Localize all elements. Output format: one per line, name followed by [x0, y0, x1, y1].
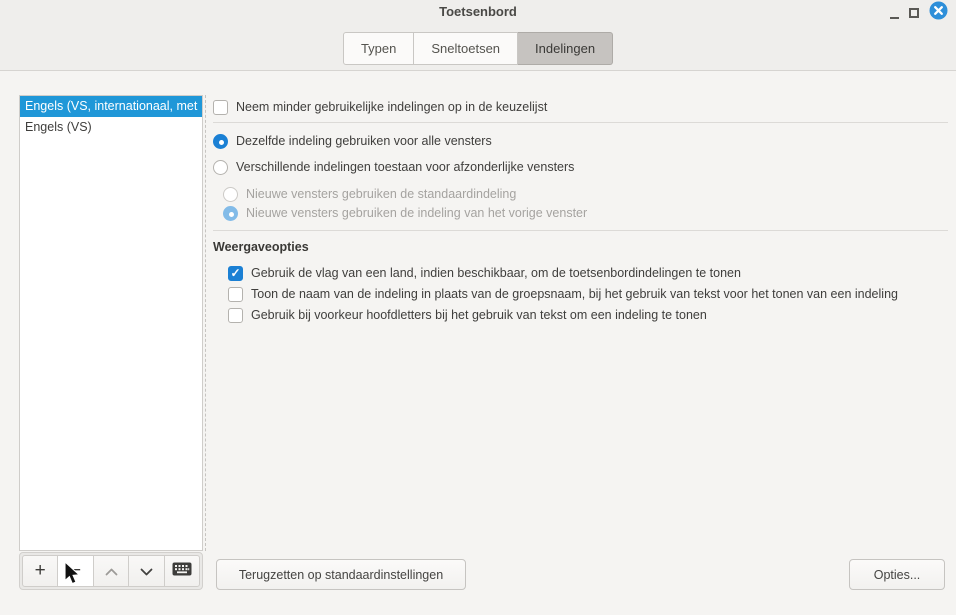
layout-list: Engels (VS, internationaal, met Engels (… — [19, 95, 203, 551]
remove-layout-button[interactable]: − — [57, 555, 93, 587]
checkbox[interactable] — [228, 266, 243, 281]
option-label: Verschillende indelingen toestaan voor a… — [236, 160, 574, 174]
option-less-common[interactable]: Neem minder gebruikelijke indelingen op … — [213, 98, 547, 116]
options-button[interactable]: Opties... — [849, 559, 945, 590]
separator — [213, 122, 948, 123]
show-keyboard-layout-button[interactable] — [164, 555, 200, 587]
minus-icon: − — [70, 560, 81, 582]
option-show-layout-name[interactable]: Toon de naam van de indeling in plaats v… — [228, 285, 898, 303]
checkbox[interactable] — [213, 100, 228, 115]
keyboard-settings-window: Toetsenbord Typen Sneltoetsen Indelingen — [0, 0, 956, 615]
layout-list-toolbar: + − — [19, 552, 203, 590]
separator — [213, 230, 948, 231]
radio-button[interactable] — [213, 134, 228, 149]
layout-list-item[interactable]: Engels (VS) — [20, 117, 202, 138]
window-controls — [890, 0, 948, 26]
chevron-up-icon — [105, 560, 118, 582]
option-label: Gebruik de vlag van een land, indien bes… — [251, 266, 741, 280]
close-button[interactable] — [929, 4, 948, 23]
checkbox[interactable] — [228, 287, 243, 302]
tab-indelingen[interactable]: Indelingen — [518, 32, 613, 65]
window-title: Toetsenbord — [0, 4, 956, 19]
option-label: Neem minder gebruikelijke indelingen op … — [236, 100, 547, 114]
option-use-flag[interactable]: Gebruik de vlag van een land, indien bes… — [228, 264, 741, 282]
tab-label: Sneltoetsen — [431, 41, 500, 56]
tab-bar: Typen Sneltoetsen Indelingen — [0, 32, 956, 65]
option-separate-layouts[interactable]: Verschillende indelingen toestaan voor a… — [213, 158, 574, 176]
button-label: Terugzetten op standaardinstellingen — [239, 568, 443, 582]
option-label: Toon de naam van de indeling in plaats v… — [251, 287, 898, 301]
add-layout-button[interactable]: + — [22, 555, 58, 587]
minimize-button[interactable] — [890, 0, 899, 26]
pane-splitter[interactable] — [205, 95, 206, 551]
option-new-windows-previous: Nieuwe vensters gebruiken de indeling va… — [223, 204, 587, 222]
option-label: Dezelfde indeling gebruiken voor alle ve… — [236, 134, 492, 148]
option-label: Nieuwe vensters gebruiken de indeling va… — [246, 206, 587, 220]
tab-typen[interactable]: Typen — [343, 32, 414, 65]
radio-button — [223, 206, 238, 221]
option-new-windows-default: Nieuwe vensters gebruiken de standaardin… — [223, 185, 516, 203]
tab-label: Indelingen — [535, 41, 595, 56]
display-options-header: Weergaveopties — [213, 240, 309, 254]
chevron-down-icon — [140, 560, 153, 582]
option-uppercase[interactable]: Gebruik bij voorkeur hoofdletters bij he… — [228, 306, 707, 324]
option-same-layout[interactable]: Dezelfde indeling gebruiken voor alle ve… — [213, 132, 492, 150]
layout-list-item[interactable]: Engels (VS, internationaal, met — [20, 96, 202, 117]
maximize-button[interactable] — [909, 8, 919, 18]
window-header: Toetsenbord Typen Sneltoetsen Indelingen — [0, 0, 956, 71]
move-up-button[interactable] — [93, 555, 129, 587]
button-label: Opties... — [874, 568, 921, 582]
tab-sneltoetsen[interactable]: Sneltoetsen — [414, 32, 518, 65]
move-down-button[interactable] — [128, 555, 164, 587]
checkbox[interactable] — [228, 308, 243, 323]
close-icon — [929, 1, 948, 25]
reset-defaults-button[interactable]: Terugzetten op standaardinstellingen — [216, 559, 466, 590]
option-label: Gebruik bij voorkeur hoofdletters bij he… — [251, 308, 707, 322]
radio-button — [223, 187, 238, 202]
radio-button[interactable] — [213, 160, 228, 175]
plus-icon: + — [35, 560, 46, 582]
keyboard-icon — [172, 560, 192, 582]
option-label: Nieuwe vensters gebruiken de standaardin… — [246, 187, 516, 201]
titlebar[interactable]: Toetsenbord — [0, 0, 956, 26]
tab-label: Typen — [361, 41, 396, 56]
